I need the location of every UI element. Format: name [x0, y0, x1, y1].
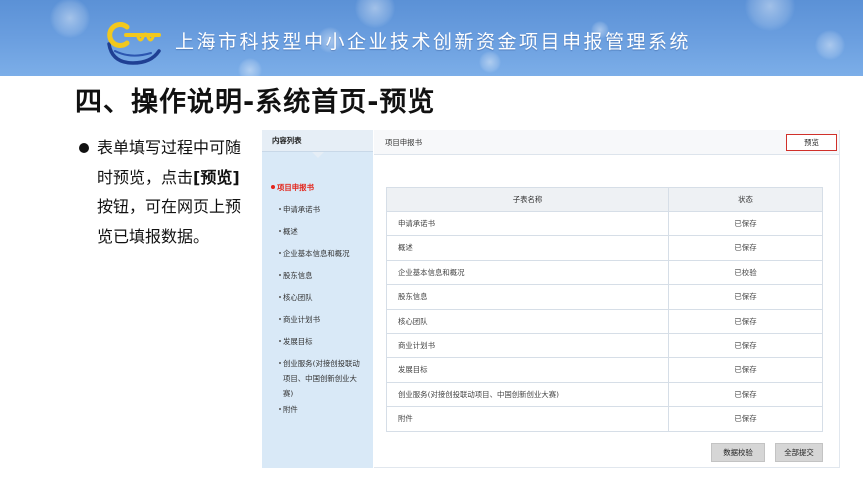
status-cell: 已保存: [734, 414, 757, 424]
sidebar-item-label: 核心团队: [283, 292, 313, 302]
sidebar: 内容列表 项目申报书 申请承诺书 概述 企业基本信息和概况 股东信息 核心团队 …: [262, 130, 373, 468]
sidebar-item-project-application[interactable]: 项目申报书: [270, 180, 362, 195]
sidebar-item-core-team[interactable]: 核心团队: [270, 290, 362, 305]
status-cell: 已保存: [734, 365, 757, 375]
bullet-icon: [279, 230, 281, 232]
subtable-name-cell: 企业基本信息和概况: [387, 260, 669, 285]
column-header-name: 子表名称: [387, 188, 669, 211]
subtable-name-cell: 股东信息: [387, 285, 669, 309]
subtable-name-cell: 核心团队: [387, 309, 669, 333]
sidebar-notch-icon: [312, 152, 324, 158]
table-header-row: 子表名称 状态: [387, 188, 822, 212]
sidebar-item-label: 发展目标: [283, 336, 313, 346]
sidebar-item-business-plan[interactable]: 商业计划书: [270, 312, 362, 327]
bokeh-light: [50, 0, 90, 38]
bokeh-light: [815, 30, 845, 60]
sidebar-item-label: 创业服务(对接创投联动项目、中国创新创业大赛): [283, 358, 360, 398]
status-cell: 已保存: [734, 292, 757, 302]
sidebar-item-label: 企业基本信息和概况: [283, 248, 350, 258]
bokeh-light: [745, 0, 795, 31]
bullet-icon: [279, 318, 281, 320]
bokeh-light: [355, 0, 395, 28]
subtable-name-cell: 申请承诺书: [387, 212, 669, 236]
breadcrumb: 项目申报书: [374, 130, 839, 155]
slide-heading: 四、操作说明-系统首页-预览: [75, 87, 436, 118]
validate-data-button[interactable]: 数据校验: [711, 443, 765, 462]
status-cell: 已保存: [734, 243, 757, 253]
subtable-name-cell: 附件: [387, 407, 669, 431]
sidebar-item-label: 申请承诺书: [283, 204, 320, 214]
status-cell: 已保存: [734, 389, 757, 399]
table-row: 股东信息 已保存: [387, 285, 822, 310]
main-panel: 项目申报书 预览 子表名称 状态 申请承诺书 已保存 概述 已保存 企业基本信息…: [374, 130, 840, 468]
table-row: 核心团队 已保存: [387, 309, 822, 334]
subtable-name-cell: 发展目标: [387, 358, 669, 382]
sidebar-item-company-info[interactable]: 企业基本信息和概况: [270, 246, 362, 261]
header-band: 上海市科技型中小企业技术创新资金项目申报管理系统: [0, 0, 863, 76]
table-row: 发展目标 已保存: [387, 358, 822, 383]
sidebar-item-shareholders[interactable]: 股东信息: [270, 268, 362, 283]
bokeh-light: [238, 58, 262, 76]
sidebar-item-label: 股东信息: [283, 270, 313, 280]
sidebar-title: 内容列表: [262, 130, 373, 152]
active-marker-icon: [271, 185, 275, 189]
table-row: 附件 已保存: [387, 407, 822, 432]
preview-button[interactable]: 预览: [786, 134, 837, 151]
table-row: 概述 已保存: [387, 236, 822, 261]
status-cell: 已保存: [734, 316, 757, 326]
app-screenshot: 内容列表 项目申报书 申请承诺书 概述 企业基本信息和概况 股东信息 核心团队 …: [262, 130, 840, 468]
sidebar-item-goals[interactable]: 发展目标: [270, 334, 362, 349]
table-row: 创业服务(对接创投联动项目、中国创新创业大赛) 已保存: [387, 382, 822, 408]
key-logo-icon: [107, 22, 161, 65]
sidebar-item-label: 商业计划书: [283, 314, 320, 324]
sidebar-item-startup-services[interactable]: 创业服务(对接创投联动项目、中国创新创业大赛): [270, 356, 362, 401]
preview-keyword: [预览]: [193, 167, 240, 187]
subtable-status-table: 子表名称 状态 申请承诺书 已保存 概述 已保存 企业基本信息和概况 已校验 股…: [386, 187, 823, 432]
subtable-name-cell: 商业计划书: [387, 333, 669, 358]
bullet-icon: [279, 274, 281, 276]
bullet-icon: [279, 362, 281, 364]
table-row: 企业基本信息和概况 已校验: [387, 260, 822, 286]
bokeh-light: [479, 51, 501, 73]
sidebar-item-label: 项目申报书: [277, 182, 314, 192]
bullet-icon: [279, 296, 281, 298]
subtable-name-cell: 概述: [387, 236, 669, 260]
bullet-icon: [279, 208, 281, 210]
submit-all-button[interactable]: 全部提交: [775, 443, 823, 462]
table-row: 商业计划书 已保存: [387, 333, 822, 359]
bullet-icon: [279, 340, 281, 342]
column-header-status: 状态: [738, 195, 753, 204]
sidebar-list: 项目申报书 申请承诺书 概述 企业基本信息和概况 股东信息 核心团队 商业计划书…: [270, 180, 362, 424]
status-cell: 已保存: [734, 340, 757, 350]
system-title: 上海市科技型中小企业技术创新资金项目申报管理系统: [175, 31, 692, 53]
sidebar-item-attachments[interactable]: 附件: [270, 402, 362, 417]
table-row: 申请承诺书 已保存: [387, 212, 822, 237]
status-cell: 已保存: [734, 219, 757, 228]
instruction-text-after: 按钮，可在网页上预览已填报数据。: [97, 197, 242, 246]
sidebar-item-overview[interactable]: 概述: [270, 224, 362, 239]
bullet-dot-icon: [79, 143, 89, 153]
status-cell: 已校验: [734, 267, 757, 277]
sidebar-item-label: 概述: [283, 226, 298, 236]
bullet-icon: [279, 408, 281, 410]
instruction-text: 表单填写过程中可随时预览，点击[预览]按钮，可在网页上预览已填报数据。: [97, 133, 245, 251]
sidebar-item-commitment[interactable]: 申请承诺书: [270, 202, 362, 217]
bullet-icon: [279, 252, 281, 254]
subtable-name-cell: 创业服务(对接创投联动项目、中国创新创业大赛): [387, 382, 669, 407]
sidebar-item-label: 附件: [283, 404, 298, 414]
